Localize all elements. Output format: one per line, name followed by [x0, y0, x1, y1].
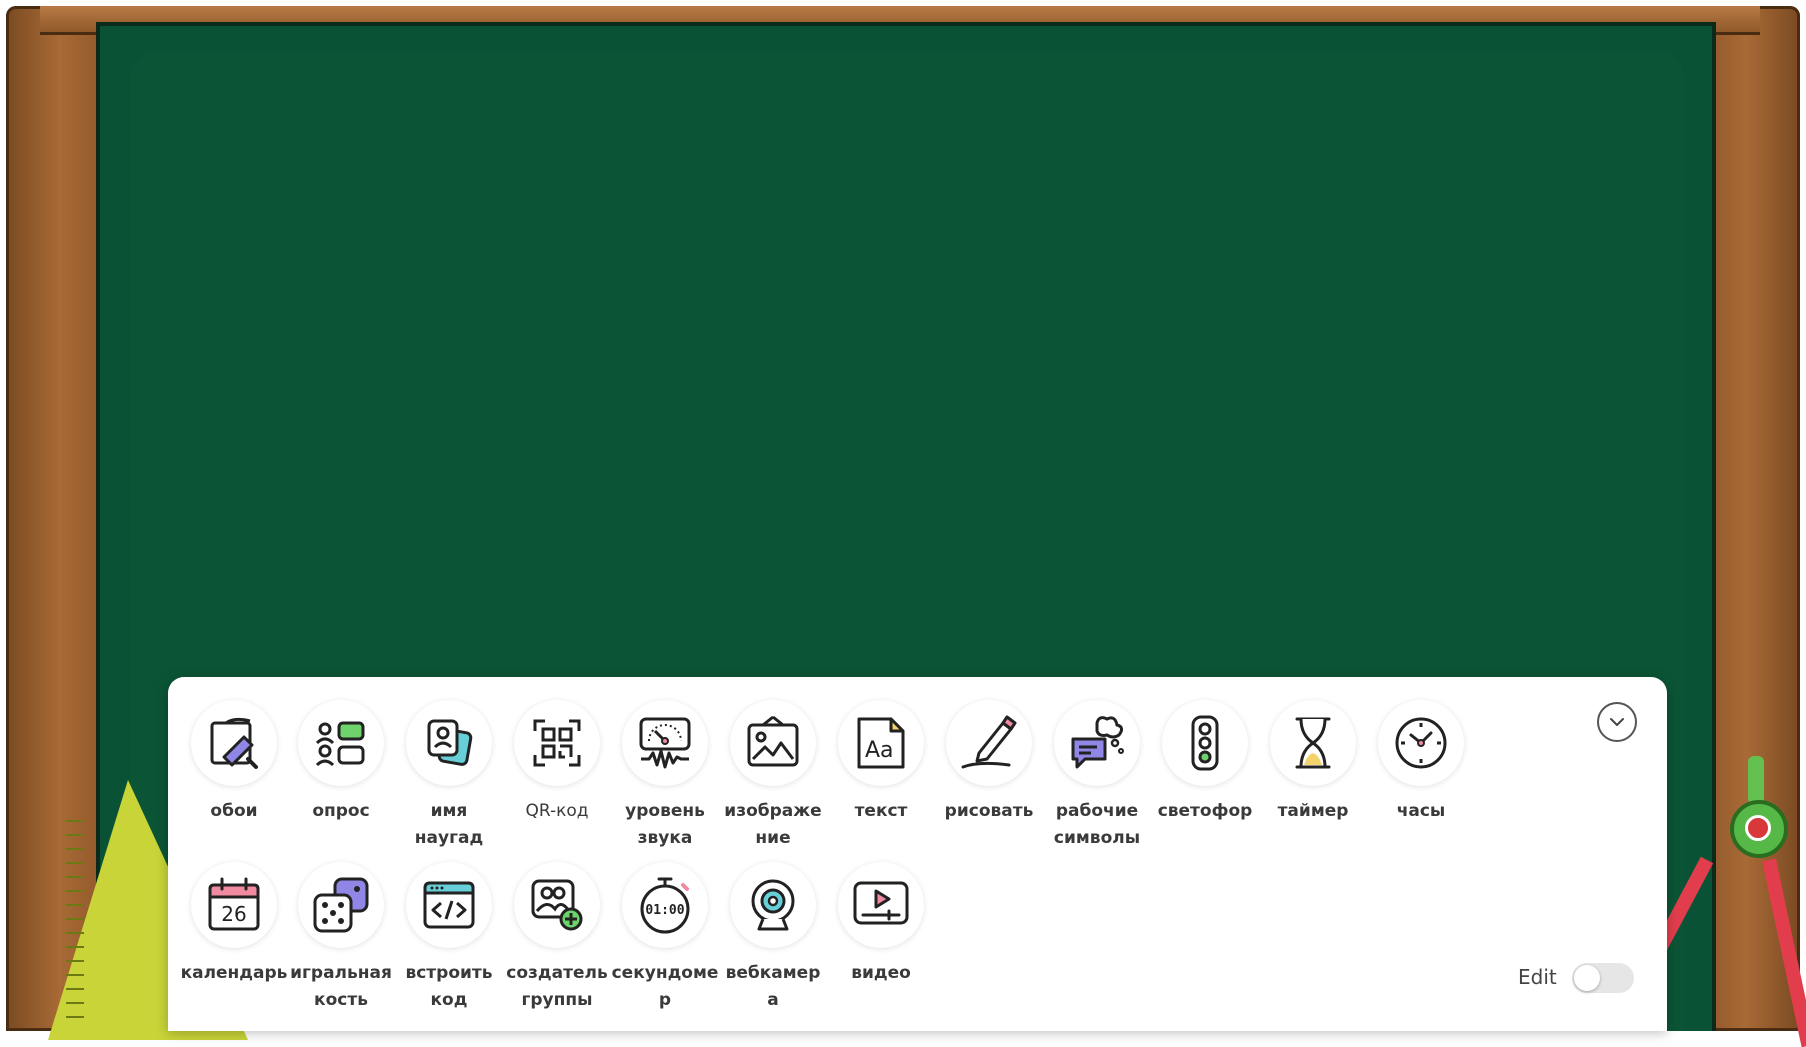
tool-stopwatch-button[interactable]: 01:00	[622, 862, 708, 948]
stopwatch-icon: 01:00	[640, 877, 690, 934]
tool-label: создатель группы	[506, 963, 608, 1010]
clock-icon	[1395, 717, 1447, 769]
ruler-ticks	[66, 820, 84, 1020]
tool-webcam-button[interactable]	[730, 862, 816, 948]
tool-image[interactable]: изображе ние	[719, 700, 827, 852]
tool-label: имя наугад	[414, 801, 484, 848]
edit-toggle-knob[interactable]	[1574, 965, 1600, 991]
group-add-icon	[531, 879, 583, 931]
tool-text[interactable]: Aa текст	[827, 700, 935, 825]
stopwatch-display: 01:00	[645, 903, 684, 918]
tool-work-symbols[interactable]: рабочие символы	[1043, 700, 1151, 852]
tool-clock[interactable]: часы	[1367, 700, 1475, 825]
poll-icon	[315, 721, 365, 767]
tool-video-button[interactable]	[838, 862, 924, 948]
random-name-icon	[427, 719, 473, 766]
tool-draw[interactable]: рисовать	[935, 700, 1043, 825]
tool-label: обои	[210, 801, 258, 821]
compass-pivot	[1745, 815, 1771, 841]
image-icon	[747, 715, 799, 767]
tool-wallpaper[interactable]: обои	[180, 700, 288, 825]
wallpaper-roller-icon	[210, 717, 258, 769]
tool-label: календарь	[180, 963, 288, 983]
tool-label: секундоме р	[611, 963, 719, 1010]
tool-random-name-button[interactable]	[406, 700, 492, 786]
edit-toggle[interactable]	[1572, 963, 1634, 993]
svg-text:Aa: Aa	[865, 738, 894, 763]
tool-label: уровень звука	[625, 801, 705, 848]
tool-qr-code[interactable]: QR-код	[503, 700, 611, 825]
tool-calendar-button[interactable]: 26	[191, 862, 277, 948]
tool-label: игральная кость	[290, 963, 392, 1010]
tool-draw-button[interactable]	[946, 700, 1032, 786]
pencil-icon	[961, 715, 1017, 769]
calendar-icon: 26	[208, 877, 260, 931]
tool-work-symbols-button[interactable]	[1054, 700, 1140, 786]
tool-label: таймер	[1277, 801, 1349, 821]
chat-bubble-icon	[1071, 716, 1124, 769]
tool-image-button[interactable]	[730, 700, 816, 786]
tool-random-name[interactable]: имя наугад	[395, 700, 503, 852]
tool-calendar[interactable]: 26 календарь	[180, 862, 288, 987]
tool-embed-code-button[interactable]	[406, 862, 492, 948]
tool-poll[interactable]: опрос	[287, 700, 395, 825]
traffic-light-icon	[1191, 715, 1219, 771]
tool-dice-button[interactable]	[298, 862, 384, 948]
tool-label: видео	[851, 963, 911, 983]
code-icon	[423, 881, 475, 929]
tool-label: опрос	[312, 801, 370, 821]
tool-label: светофор	[1157, 801, 1253, 821]
tool-label: часы	[1396, 801, 1446, 821]
sound-meter-icon	[639, 717, 691, 769]
video-icon	[853, 881, 909, 925]
chevron-down-icon	[1610, 718, 1624, 726]
webcam-icon	[751, 879, 795, 931]
compass-stem	[1748, 756, 1764, 804]
tool-sound-level[interactable]: уровень звука	[611, 700, 719, 852]
tool-qr-code-button[interactable]	[514, 700, 600, 786]
tool-wallpaper-button[interactable]	[191, 700, 277, 786]
tool-clock-button[interactable]	[1378, 700, 1464, 786]
tool-label: рисовать	[944, 801, 1034, 821]
tool-label: изображе ние	[724, 801, 822, 848]
tool-stopwatch[interactable]: 01:00 секундоме р	[611, 862, 719, 1014]
edit-label: Edit	[1518, 965, 1557, 989]
tool-embed-code[interactable]: встроить код	[395, 862, 503, 1014]
text-icon: Aa	[857, 717, 905, 769]
tool-poll-button[interactable]	[298, 700, 384, 786]
tool-group-maker[interactable]: создатель группы	[503, 862, 611, 1014]
tool-timer[interactable]: таймер	[1259, 700, 1367, 825]
tool-sound-level-button[interactable]	[622, 700, 708, 786]
tool-label: текст	[854, 801, 908, 821]
collapse-toolbar-button[interactable]	[1597, 702, 1637, 742]
tool-text-button[interactable]: Aa	[838, 700, 924, 786]
tool-label: встроить код	[405, 963, 493, 1010]
tool-timer-button[interactable]	[1270, 700, 1356, 786]
dice-icon	[313, 877, 369, 933]
tool-label: вебкамер а	[725, 963, 821, 1010]
hourglass-icon	[1295, 717, 1331, 769]
tool-group-maker-button[interactable]	[514, 862, 600, 948]
tool-label: QR-код	[525, 801, 589, 821]
tool-webcam[interactable]: вебкамер а	[719, 862, 827, 1014]
tool-traffic-light[interactable]: светофор	[1151, 700, 1259, 825]
calendar-day: 26	[221, 902, 246, 926]
tool-label: рабочие символы	[1053, 801, 1141, 848]
tool-dice[interactable]: игральная кость	[287, 862, 395, 1014]
tool-video[interactable]: видео	[827, 862, 935, 987]
qr-code-icon	[533, 719, 581, 767]
tool-traffic-light-button[interactable]	[1162, 700, 1248, 786]
